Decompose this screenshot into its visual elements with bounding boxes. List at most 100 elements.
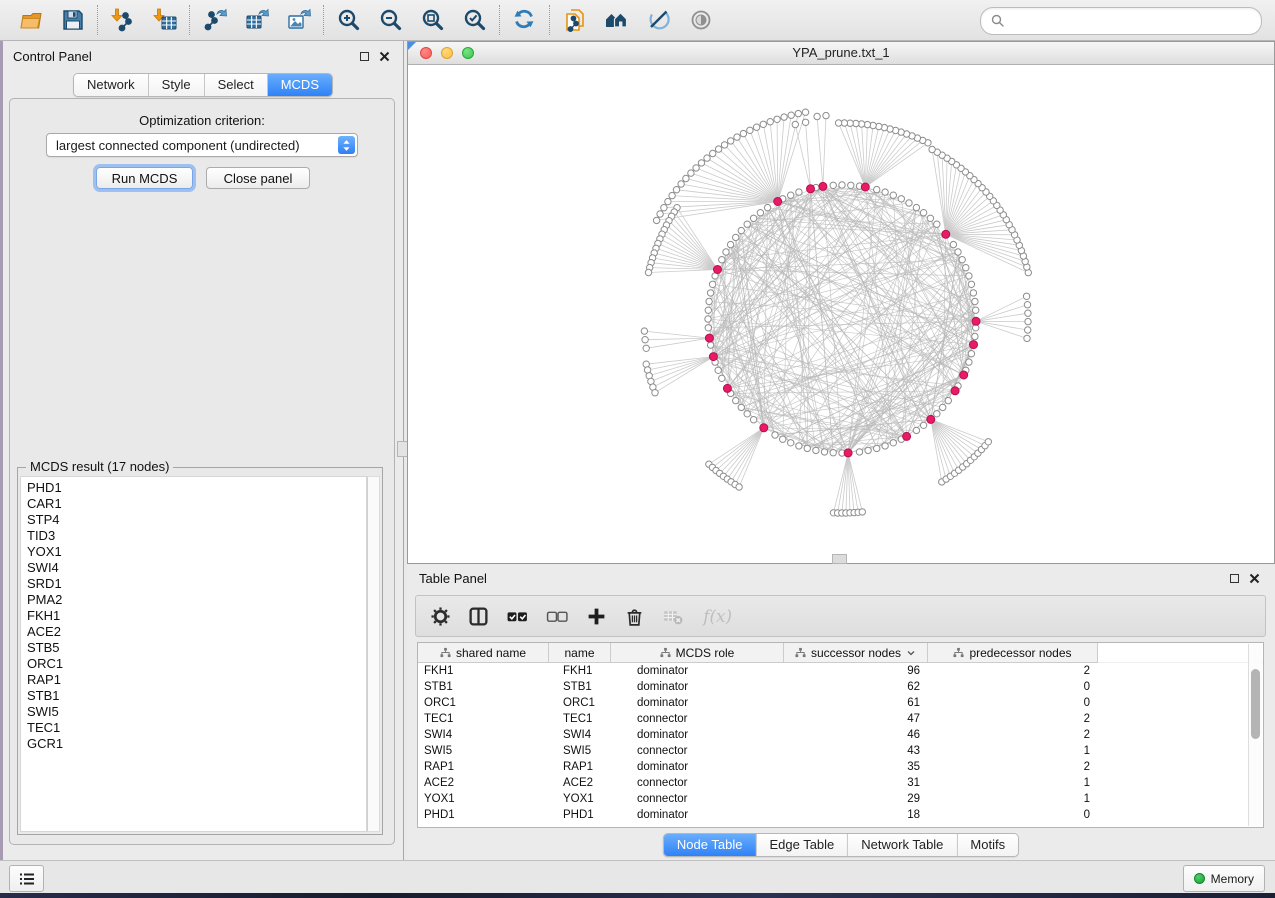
- network-node-mcds-hub[interactable]: [927, 415, 935, 423]
- network-node[interactable]: [985, 439, 991, 445]
- cell-shared-name[interactable]: ACE2: [418, 775, 549, 791]
- cell-name[interactable]: PHD1: [549, 807, 611, 823]
- cell-successor-nodes[interactable]: 46: [784, 727, 928, 743]
- zoom-in-button[interactable]: [328, 3, 370, 37]
- network-node[interactable]: [959, 257, 965, 263]
- deselect-all-button[interactable]: [546, 606, 569, 627]
- network-node[interactable]: [882, 189, 888, 195]
- table-scrollbar[interactable]: [1248, 644, 1262, 826]
- network-node[interactable]: [781, 114, 787, 120]
- cell-mcds-role[interactable]: dominator: [611, 727, 784, 743]
- network-node[interactable]: [709, 281, 715, 287]
- table-row[interactable]: ACE2ACE2connector311: [418, 775, 1263, 791]
- network-node[interactable]: [706, 298, 712, 304]
- cell-shared-name[interactable]: ORC1: [418, 695, 549, 711]
- cell-successor-nodes[interactable]: 43: [784, 743, 928, 759]
- cell-shared-name[interactable]: FKH1: [418, 663, 549, 679]
- network-node[interactable]: [927, 215, 933, 221]
- network-node[interactable]: [733, 397, 739, 403]
- mcds-result-item[interactable]: CAR1: [21, 496, 366, 512]
- cell-predecessor-nodes[interactable]: 0: [928, 695, 1098, 711]
- table-row[interactable]: STB1STB1dominator620: [418, 679, 1263, 695]
- network-node[interactable]: [955, 249, 961, 255]
- network-node[interactable]: [940, 404, 946, 410]
- mcds-result-item[interactable]: TID3: [21, 528, 366, 544]
- network-node[interactable]: [792, 121, 798, 127]
- network-node[interactable]: [727, 241, 733, 247]
- network-node-mcds-hub[interactable]: [774, 198, 782, 206]
- network-node[interactable]: [764, 204, 770, 210]
- network-node-mcds-hub[interactable]: [970, 341, 978, 349]
- memory-button[interactable]: Memory: [1183, 865, 1265, 892]
- column-header-mcds-role[interactable]: MCDS role: [611, 643, 784, 663]
- cell-name[interactable]: ACE2: [549, 775, 611, 791]
- network-node[interactable]: [802, 109, 808, 115]
- network-node[interactable]: [669, 192, 675, 198]
- network-node[interactable]: [1024, 302, 1030, 308]
- mcds-result-item[interactable]: STB1: [21, 688, 366, 704]
- cell-mcds-role[interactable]: dominator: [611, 663, 784, 679]
- network-node[interactable]: [693, 165, 699, 171]
- open-file-button[interactable]: [10, 3, 52, 37]
- delete-column-button[interactable]: [624, 606, 645, 627]
- share-document-button[interactable]: [554, 3, 596, 37]
- network-node[interactable]: [688, 170, 694, 176]
- network-node[interactable]: [968, 281, 974, 287]
- network-node[interactable]: [856, 449, 862, 455]
- network-node[interactable]: [795, 110, 801, 116]
- network-node[interactable]: [643, 345, 649, 351]
- network-node[interactable]: [830, 182, 836, 188]
- import-network-button[interactable]: [102, 3, 144, 37]
- cell-mcds-role[interactable]: dominator: [611, 695, 784, 711]
- network-node[interactable]: [835, 120, 841, 126]
- network-node-mcds-hub[interactable]: [903, 432, 911, 440]
- network-node[interactable]: [772, 432, 778, 438]
- network-node[interactable]: [753, 124, 759, 130]
- table-row[interactable]: PHD1PHD1dominator180: [418, 807, 1263, 823]
- export-table-button[interactable]: [236, 3, 278, 37]
- cell-name[interactable]: RAP1: [549, 759, 611, 775]
- network-node[interactable]: [673, 187, 679, 193]
- zoom-fit-button[interactable]: [412, 3, 454, 37]
- network-node[interactable]: [874, 445, 880, 451]
- network-node[interactable]: [721, 142, 727, 148]
- table-row[interactable]: RAP1RAP1dominator352: [418, 759, 1263, 775]
- cell-mcds-role[interactable]: connector: [611, 711, 784, 727]
- export-image-button[interactable]: [278, 3, 320, 37]
- network-node[interactable]: [705, 316, 711, 322]
- network-node[interactable]: [839, 182, 845, 188]
- cell-name[interactable]: FKH1: [549, 663, 611, 679]
- network-node[interactable]: [802, 119, 808, 125]
- table-row[interactable]: SWI4SWI4dominator462: [418, 727, 1263, 743]
- hide-selected-button[interactable]: [638, 3, 680, 37]
- cell-name[interactable]: STB1: [549, 679, 611, 695]
- zoom-selected-button[interactable]: [454, 3, 496, 37]
- network-node[interactable]: [973, 307, 979, 313]
- network-node[interactable]: [963, 265, 969, 271]
- mcds-result-item[interactable]: YOX1: [21, 544, 366, 560]
- network-node[interactable]: [920, 210, 926, 216]
- tab-network-table[interactable]: Network Table: [847, 834, 956, 856]
- network-node-mcds-hub[interactable]: [960, 371, 968, 379]
- import-table-button[interactable]: [144, 3, 186, 37]
- cell-shared-name[interactable]: TEC1: [418, 711, 549, 727]
- save-session-button[interactable]: [52, 3, 94, 37]
- table-row[interactable]: ORC1ORC1dominator610: [418, 695, 1263, 711]
- mcds-result-item[interactable]: PMA2: [21, 592, 366, 608]
- tab-network[interactable]: Network: [74, 74, 148, 96]
- network-node[interactable]: [890, 440, 896, 446]
- network-node[interactable]: [804, 445, 810, 451]
- mcds-result-item[interactable]: ORC1: [21, 656, 366, 672]
- mcds-result-item[interactable]: GCR1: [21, 736, 366, 752]
- mcds-result-item[interactable]: SRD1: [21, 576, 366, 592]
- network-node-mcds-hub[interactable]: [972, 317, 980, 325]
- network-node[interactable]: [733, 234, 739, 240]
- cell-mcds-role[interactable]: dominator: [611, 759, 784, 775]
- mcds-result-item[interactable]: SWI4: [21, 560, 366, 576]
- task-history-button[interactable]: [9, 865, 44, 892]
- network-node[interactable]: [715, 367, 721, 373]
- network-node[interactable]: [929, 146, 935, 152]
- network-node[interactable]: [972, 298, 978, 304]
- cell-shared-name[interactable]: SWI4: [418, 727, 549, 743]
- network-node-mcds-hub[interactable]: [942, 230, 950, 238]
